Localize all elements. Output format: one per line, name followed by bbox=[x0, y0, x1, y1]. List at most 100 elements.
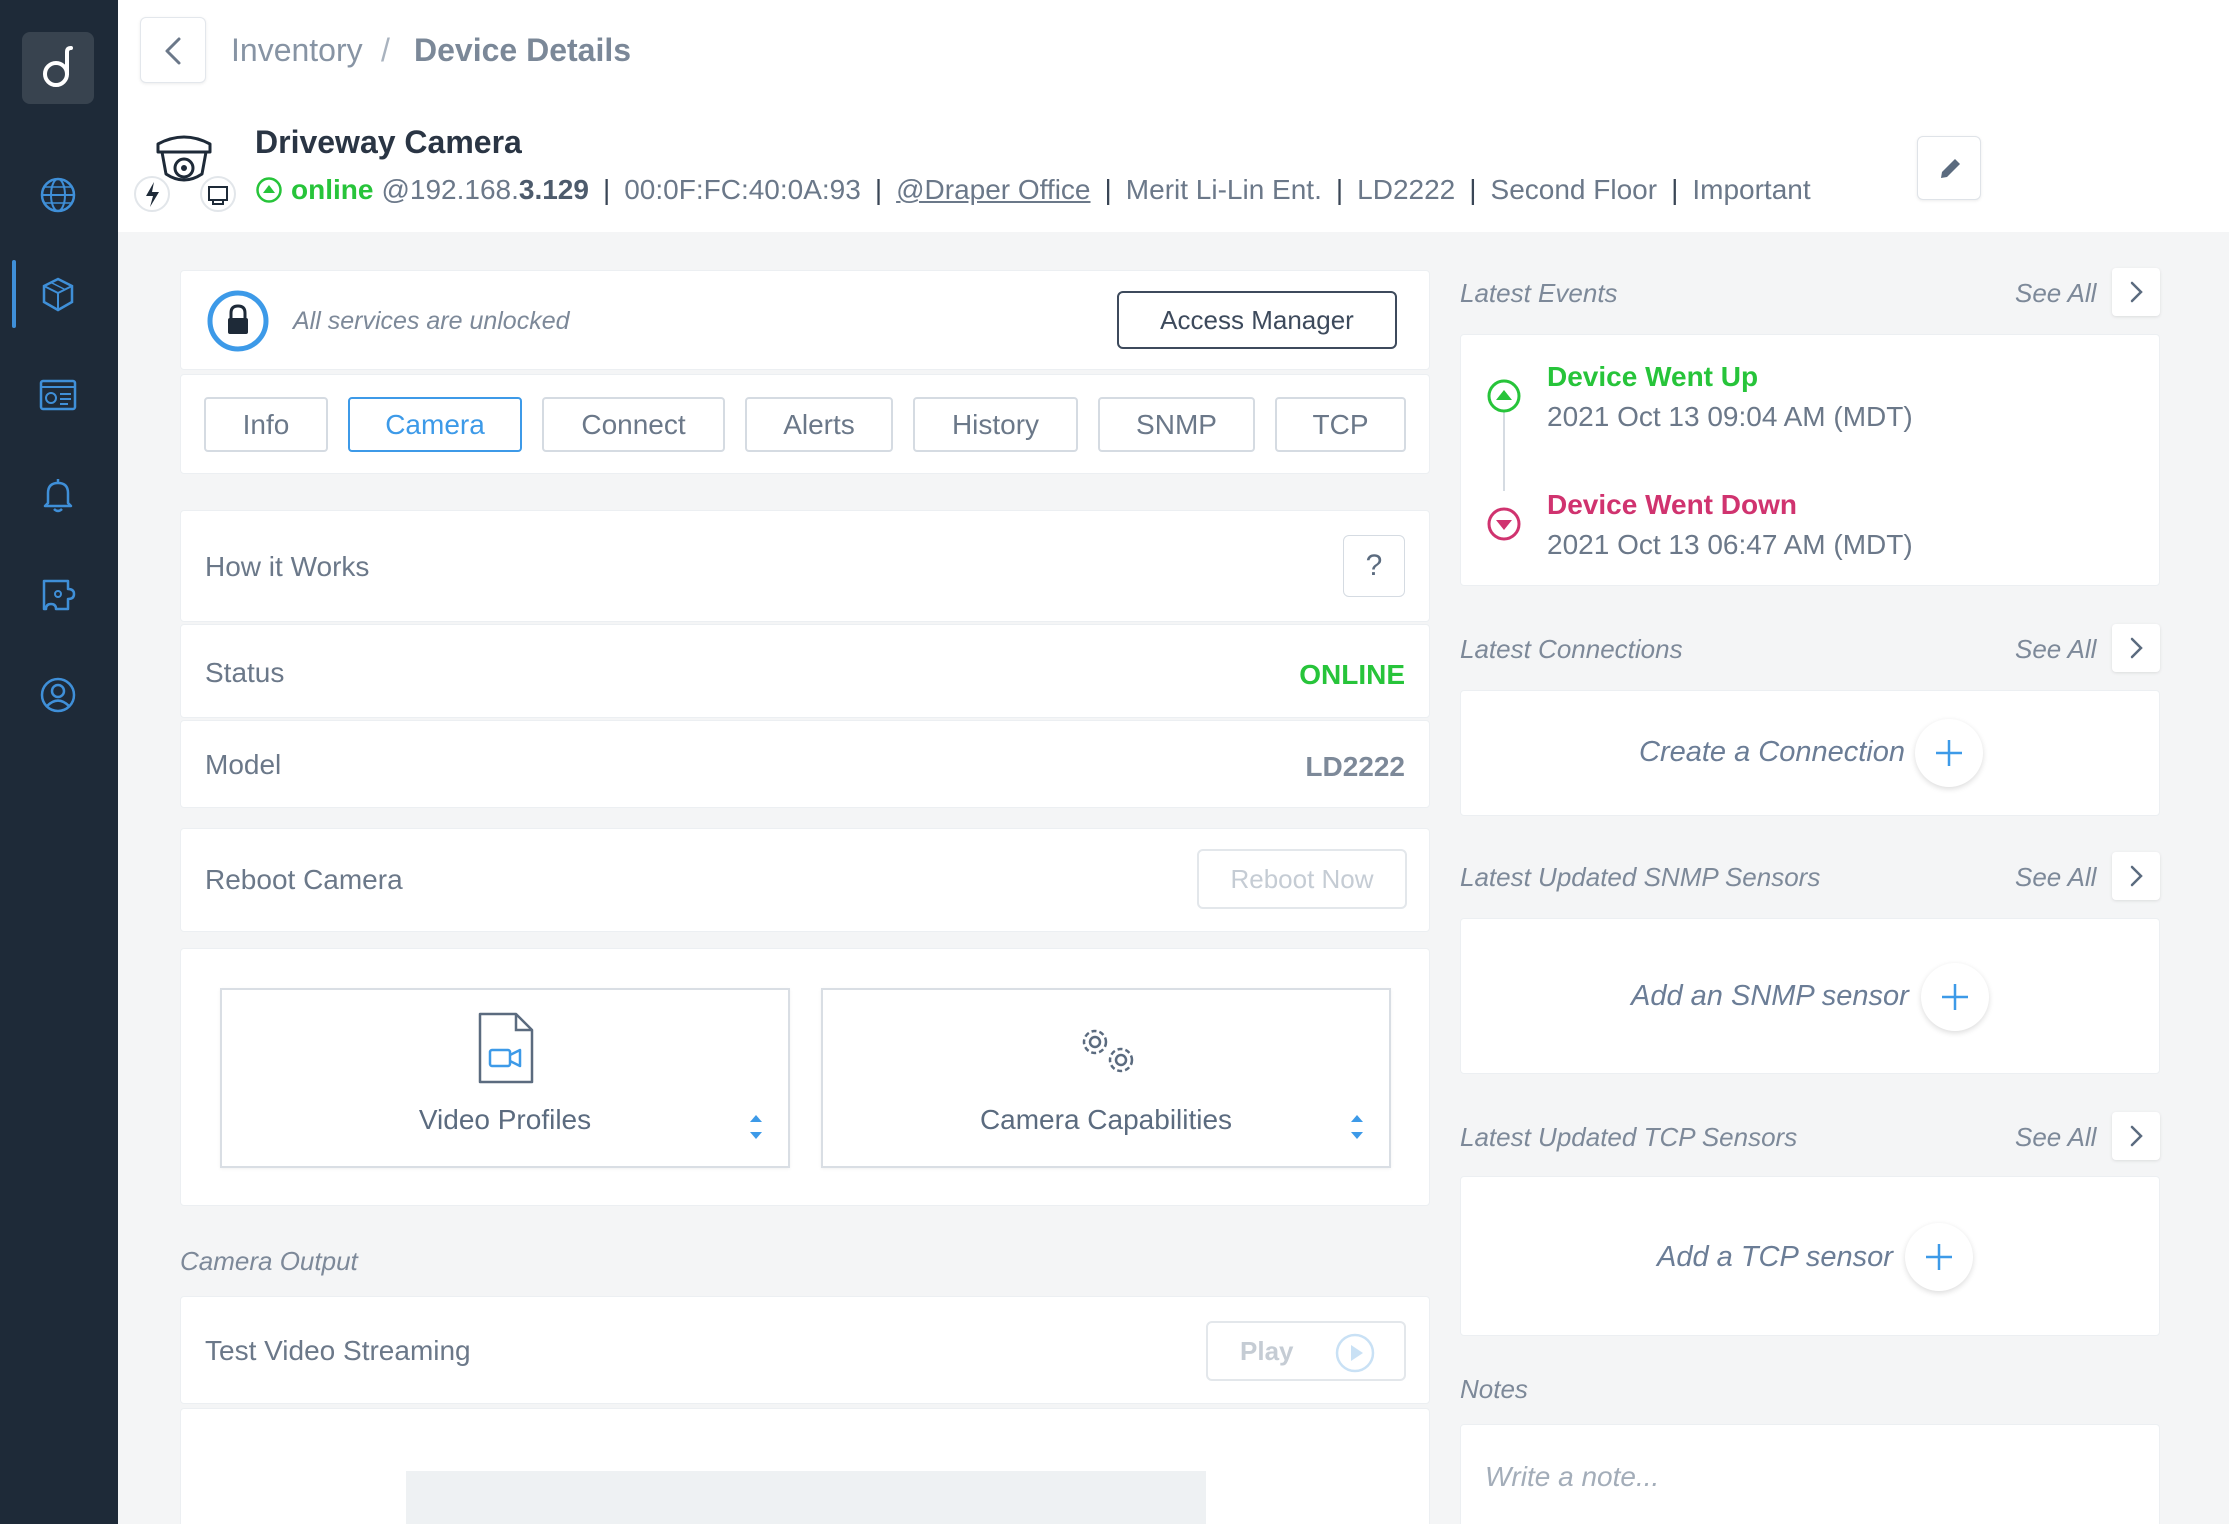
events-title: Latest Events bbox=[1460, 278, 1618, 308]
snmp-see-all[interactable]: See All bbox=[2015, 862, 2096, 893]
bell-icon bbox=[43, 479, 73, 513]
test-streaming-row: Test Video Streaming Play bbox=[180, 1296, 1430, 1404]
notes-title: Notes bbox=[1460, 1374, 1528, 1404]
device-location: Second Floor bbox=[1490, 174, 1658, 205]
expand-icon bbox=[1351, 1115, 1363, 1139]
add-tcp-button[interactable] bbox=[1905, 1223, 1973, 1291]
chevron-right-icon bbox=[2130, 637, 2143, 659]
tab-alerts[interactable]: Alerts bbox=[745, 397, 893, 452]
play-button[interactable]: Play bbox=[1206, 1321, 1406, 1381]
status-row: Status ONLINE bbox=[180, 624, 1430, 718]
add-tcp-label[interactable]: Add a TCP sensor bbox=[1657, 1241, 1893, 1274]
camera-device-icon bbox=[134, 135, 236, 212]
create-connection-button[interactable] bbox=[1915, 719, 1983, 787]
tab-snmp[interactable]: SNMP bbox=[1098, 397, 1255, 452]
add-snmp-button[interactable] bbox=[1921, 963, 1989, 1031]
reboot-now-button[interactable]: Reboot Now bbox=[1197, 849, 1407, 909]
tab-connect[interactable]: Connect bbox=[542, 397, 725, 452]
nav-integrations[interactable] bbox=[0, 558, 118, 628]
events-see-all[interactable]: See All bbox=[2015, 278, 2096, 309]
nav-inventory[interactable] bbox=[0, 258, 118, 328]
breadcrumb-separator: / bbox=[381, 32, 390, 68]
camera-capabilities-label: Camera Capabilities bbox=[979, 1104, 1233, 1135]
timeline-line bbox=[1503, 411, 1505, 491]
globe-icon bbox=[40, 177, 76, 213]
event-2-time: 2021 Oct 13 06:47 AM (MDT) bbox=[1547, 529, 1913, 560]
tab-camera[interactable]: Camera bbox=[348, 397, 522, 452]
nav-network[interactable] bbox=[0, 158, 118, 228]
video-preview-card bbox=[180, 1408, 1430, 1524]
device-meta: online @192.168.3.129 | 00:0F:FC:40:0A:9… bbox=[255, 174, 1811, 206]
nav-account[interactable] bbox=[0, 658, 118, 728]
access-card: All services are unlocked Access Manager bbox=[180, 270, 1430, 370]
add-snmp-label[interactable]: Add an SNMP sensor bbox=[1631, 980, 1909, 1013]
status-value: ONLINE bbox=[1299, 659, 1405, 690]
connections-see-all-button[interactable] bbox=[2112, 624, 2160, 672]
user-icon bbox=[40, 677, 76, 713]
play-icon bbox=[1335, 1333, 1375, 1373]
model-label: Model bbox=[205, 749, 282, 780]
snmp-card: Add an SNMP sensor bbox=[1460, 918, 2160, 1074]
event-1-title[interactable]: Device Went Up bbox=[1547, 361, 1758, 393]
tab-history[interactable]: History bbox=[913, 397, 1078, 452]
event-2-title[interactable]: Device Went Down bbox=[1547, 489, 1797, 521]
breadcrumb-inventory[interactable]: Inventory bbox=[231, 32, 363, 69]
cubes-icon bbox=[42, 277, 74, 312]
reboot-label: Reboot Camera bbox=[205, 864, 403, 895]
video-profiles-panel[interactable]: Video Profiles bbox=[220, 988, 790, 1168]
how-it-works-row: How it Works ? bbox=[180, 510, 1430, 622]
page-title: Device Details bbox=[414, 32, 632, 68]
device-vendor: Merit Li-Lin Ent. bbox=[1125, 174, 1322, 205]
sidebar bbox=[0, 0, 118, 1524]
chevron-left-icon bbox=[165, 37, 181, 65]
device-model: LD2222 bbox=[1357, 174, 1456, 205]
tcp-title: Latest Updated TCP Sensors bbox=[1460, 1122, 1798, 1152]
video-profiles-label: Video Profiles bbox=[418, 1104, 592, 1135]
tcp-card: Add a TCP sensor bbox=[1460, 1176, 2160, 1336]
event-up-icon bbox=[1487, 379, 1521, 413]
reboot-row: Reboot Camera Reboot Now bbox=[180, 828, 1430, 932]
access-message: All services are unlocked bbox=[293, 307, 570, 335]
back-button[interactable] bbox=[140, 17, 206, 83]
device-site-link[interactable]: @Draper Office bbox=[896, 174, 1090, 206]
device-status: online bbox=[291, 174, 374, 205]
events-card: Device Went Up 2021 Oct 13 09:04 AM (MDT… bbox=[1460, 334, 2160, 586]
dashboard-icon bbox=[39, 379, 77, 411]
status-up-icon bbox=[256, 177, 282, 203]
app-logo[interactable] bbox=[22, 32, 94, 104]
nav-dashboard[interactable] bbox=[0, 358, 118, 428]
device-avatar bbox=[132, 130, 236, 214]
snmp-title: Latest Updated SNMP Sensors bbox=[1460, 862, 1821, 892]
connections-see-all[interactable]: See All bbox=[2015, 634, 2096, 665]
chevron-right-icon bbox=[2130, 281, 2143, 303]
how-it-works-label: How it Works bbox=[205, 551, 370, 582]
puzzle-icon bbox=[42, 579, 76, 611]
event-down-icon bbox=[1487, 507, 1521, 541]
notes-input[interactable]: Write a note... bbox=[1485, 1461, 1659, 1493]
play-label: Play bbox=[1240, 1335, 1294, 1366]
events-see-all-button[interactable] bbox=[2112, 268, 2160, 316]
tcp-see-all[interactable]: See All bbox=[2015, 1122, 2096, 1153]
connections-card: Create a Connection bbox=[1460, 690, 2160, 816]
edit-device-button[interactable] bbox=[1917, 136, 1981, 200]
lock-icon bbox=[207, 290, 269, 352]
video-preview bbox=[406, 1471, 1206, 1524]
notes-card: Write a note... bbox=[1460, 1424, 2160, 1524]
nav-alerts[interactable] bbox=[0, 458, 118, 528]
device-tag: Important bbox=[1692, 174, 1811, 205]
video-file-icon bbox=[478, 1012, 534, 1084]
chevron-right-icon bbox=[2130, 865, 2143, 887]
snmp-see-all-button[interactable] bbox=[2112, 852, 2160, 900]
event-1-time: 2021 Oct 13 09:04 AM (MDT) bbox=[1547, 401, 1913, 432]
help-button[interactable]: ? bbox=[1343, 535, 1405, 597]
create-connection-label[interactable]: Create a Connection bbox=[1639, 736, 1905, 769]
tab-info[interactable]: Info bbox=[204, 397, 328, 452]
pencil-icon bbox=[1941, 159, 1960, 178]
access-manager-button[interactable]: Access Manager bbox=[1117, 291, 1397, 349]
camera-output-title: Camera Output bbox=[180, 1246, 358, 1276]
camera-capabilities-panel[interactable]: Camera Capabilities bbox=[821, 988, 1391, 1168]
plus-icon bbox=[1926, 1244, 1952, 1270]
test-streaming-label: Test Video Streaming bbox=[205, 1335, 471, 1366]
tab-tcp[interactable]: TCP bbox=[1275, 397, 1406, 452]
tcp-see-all-button[interactable] bbox=[2112, 1112, 2160, 1160]
